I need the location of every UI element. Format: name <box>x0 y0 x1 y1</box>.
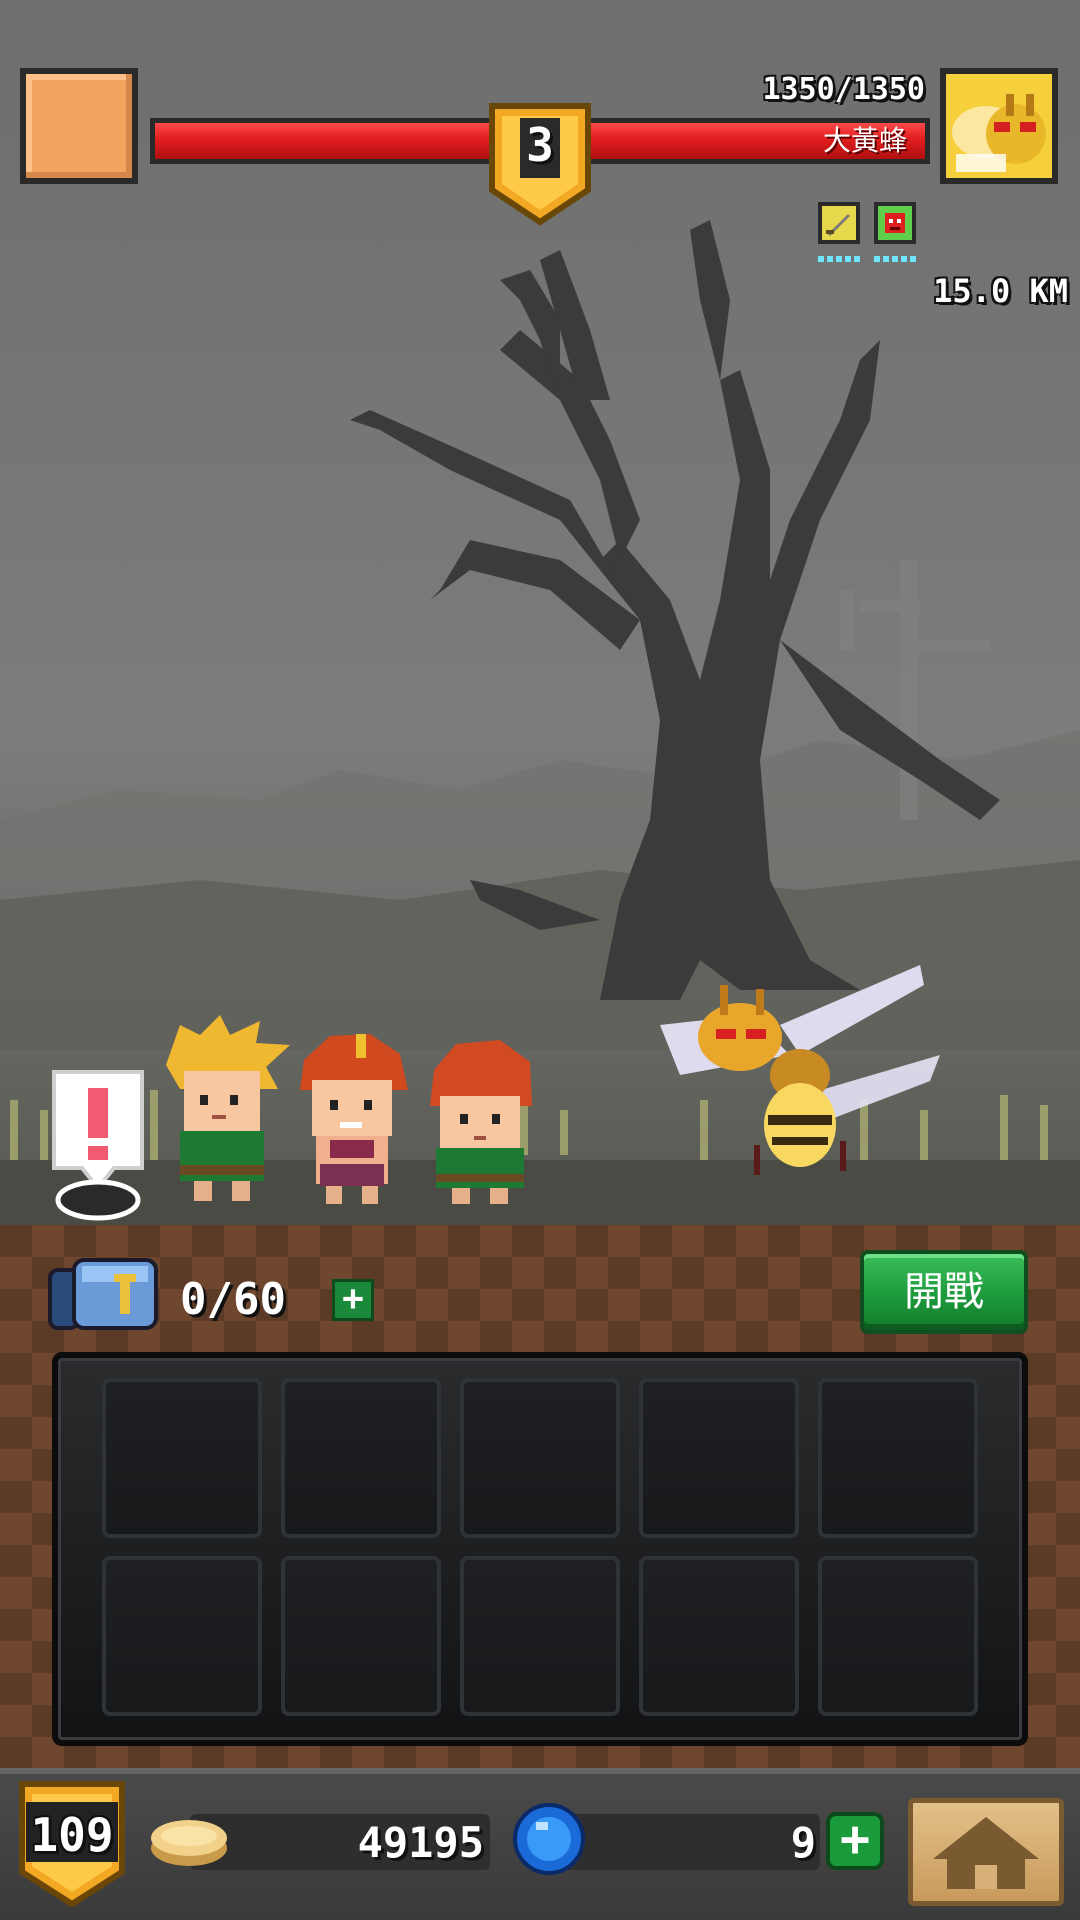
inventory-slot[interactable] <box>281 1378 441 1538</box>
devil-buff-timer <box>874 256 916 262</box>
hero-redhead-boy[interactable] <box>420 1040 550 1206</box>
stage-number: 3 <box>526 118 554 172</box>
gold-coin-icon <box>151 1820 227 1866</box>
hero-blond-warrior[interactable] <box>160 1015 300 1205</box>
home-icon <box>933 1817 1039 1889</box>
boss-name: 大黃蜂 <box>822 124 907 157</box>
inventory-grid <box>52 1352 1028 1746</box>
alert-exclamation-icon[interactable] <box>44 1068 152 1226</box>
game-screen: 大黃蜂 1350/1350 3 15.0 KM 0/60 + 開戰 109 49… <box>0 0 1080 1920</box>
start-battle-button[interactable]: 開戰 <box>860 1250 1028 1334</box>
inventory-slot[interactable] <box>281 1556 441 1716</box>
distance-text: 15.0 KM <box>933 272 1068 310</box>
inventory-slot[interactable] <box>639 1378 799 1538</box>
hero-redhead-girl[interactable] <box>290 1030 420 1206</box>
inventory-slot[interactable] <box>102 1378 262 1538</box>
player-portrait[interactable] <box>20 68 138 184</box>
gold-amount: 49195 <box>357 1818 484 1867</box>
devil-buff-icon[interactable] <box>874 202 916 244</box>
home-button[interactable] <box>908 1798 1064 1906</box>
player-level: 109 <box>30 1808 114 1862</box>
sword-buff-icon[interactable] <box>818 202 860 244</box>
sword-buff-timer <box>818 256 860 262</box>
inventory-slot[interactable] <box>460 1556 620 1716</box>
inventory-slot[interactable] <box>639 1556 799 1716</box>
buy-gems-button[interactable]: + <box>826 1812 884 1870</box>
inventory-count: 0/60 <box>180 1274 286 1325</box>
inventory-slot[interactable] <box>102 1556 262 1716</box>
inventory-slot[interactable] <box>818 1556 978 1716</box>
bag-icon[interactable] <box>48 1256 160 1332</box>
inventory-slot[interactable] <box>460 1378 620 1538</box>
boss-hornet-sprite[interactable] <box>650 965 950 1185</box>
blue-gem-icon <box>513 1803 585 1875</box>
boss-portrait-hornet[interactable] <box>940 68 1058 184</box>
expand-inventory-button[interactable]: + <box>332 1279 374 1321</box>
gem-amount: 9 <box>790 1818 816 1867</box>
boss-hp-text: 1350/1350 <box>762 72 925 107</box>
inventory-slot[interactable] <box>818 1378 978 1538</box>
